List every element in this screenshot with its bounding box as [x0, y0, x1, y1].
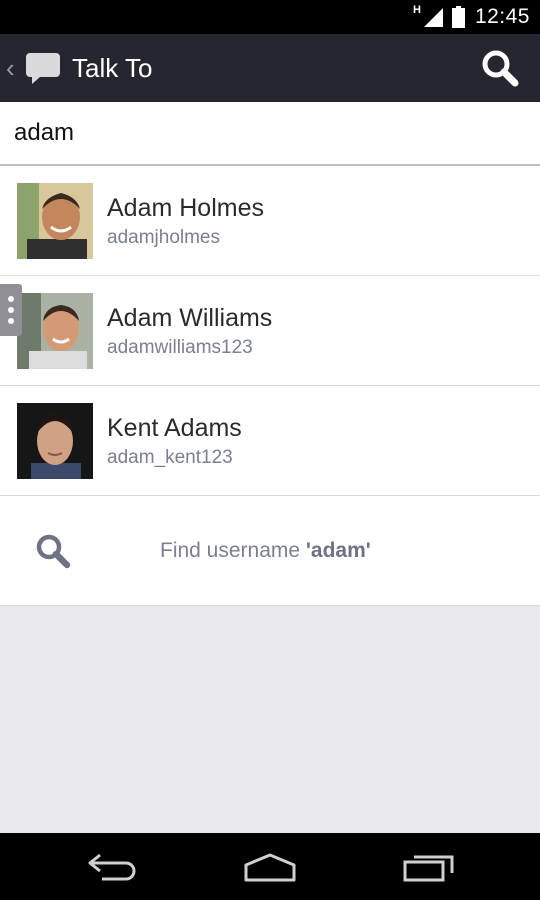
back-icon[interactable] [86, 851, 138, 883]
search-icon[interactable] [480, 48, 520, 88]
avatar [17, 292, 93, 369]
contact-username: adam_kent123 [107, 446, 233, 468]
handle-dot-icon [8, 318, 14, 324]
up-caret-icon[interactable]: ‹ [0, 55, 22, 81]
contact-username: adamjholmes [107, 226, 220, 248]
contact-list: Adam Holmes adamjholmes Adam Williams ad… [0, 166, 540, 606]
find-username-row[interactable]: Find username 'adam' [0, 496, 540, 606]
network-type-label: H [412, 4, 421, 16]
contact-name: Adam Williams [107, 303, 273, 332]
navigation-bar [0, 833, 540, 900]
signal-icon [423, 8, 443, 27]
recents-icon[interactable] [402, 851, 456, 883]
contact-row-kent-adams[interactable]: Kent Adams adam_kent123 [0, 386, 540, 496]
chat-bubble-icon[interactable] [24, 49, 62, 87]
search-icon [36, 534, 71, 568]
contact-name: Kent Adams [107, 413, 242, 442]
contact-name: Adam Holmes [107, 193, 264, 222]
drag-handle[interactable] [0, 284, 22, 336]
page-title: Talk To [72, 52, 153, 83]
results-panel: Adam Holmes adamjholmes Adam Williams ad… [0, 166, 540, 833]
status-bar: H 12:45 [0, 0, 540, 34]
find-username-quote-close: ' [365, 538, 371, 562]
search-field [0, 102, 540, 166]
avatar [17, 402, 93, 479]
contact-row-adam-holmes[interactable]: Adam Holmes adamjholmes [0, 166, 540, 276]
find-username-prefix: Find username [160, 538, 306, 562]
search-input[interactable] [14, 119, 514, 147]
status-time: 12:45 [474, 5, 530, 28]
handle-dot-icon [8, 307, 14, 313]
find-username-term: adam [310, 538, 366, 562]
home-icon[interactable] [243, 851, 297, 883]
battery-icon [451, 6, 465, 28]
contact-username: adamwilliams123 [107, 336, 253, 358]
contact-row-adam-williams[interactable]: Adam Williams adamwilliams123 [0, 276, 540, 386]
handle-dot-icon [8, 296, 14, 302]
find-username-label: Find username 'adam' [160, 539, 371, 563]
action-bar: ‹ Talk To [0, 34, 540, 102]
avatar [17, 182, 93, 259]
